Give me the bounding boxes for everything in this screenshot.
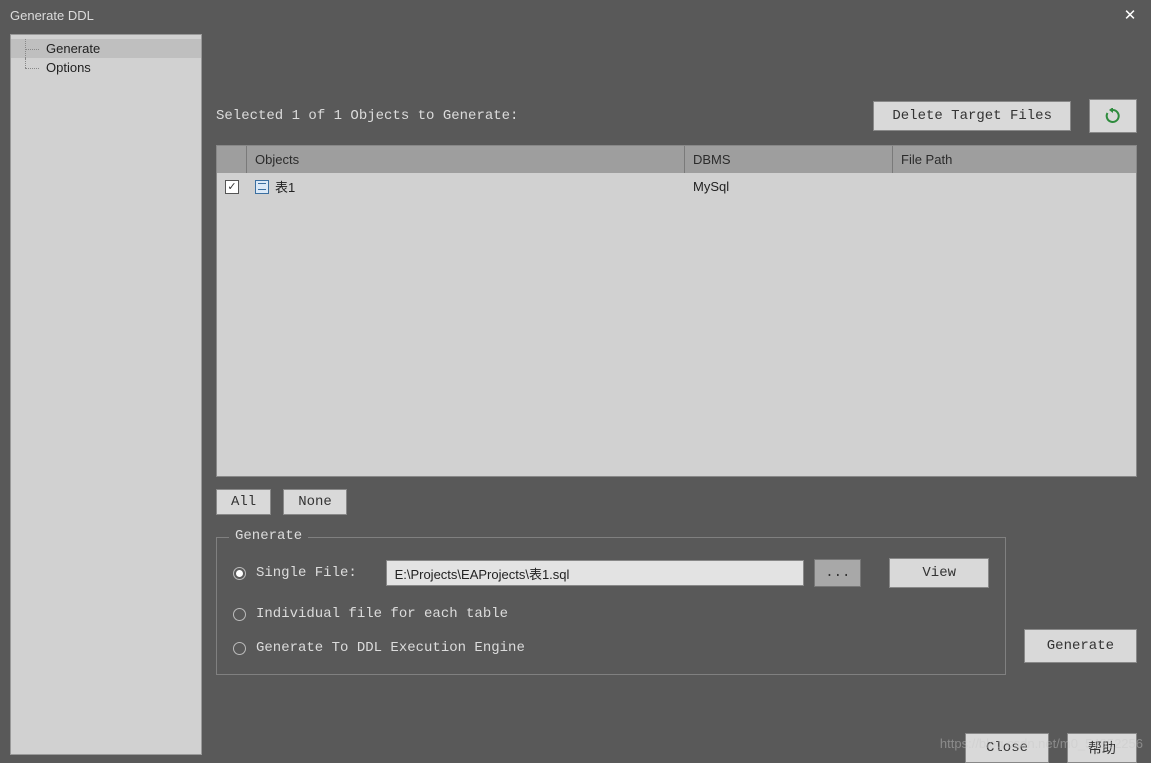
refresh-button[interactable] <box>1089 99 1137 133</box>
radio-label: Individual file for each table <box>256 606 508 622</box>
table-body: ✓ 表1 MySql <box>217 173 1136 476</box>
delete-target-files-button[interactable]: Delete Target Files <box>873 101 1071 131</box>
row-dbms: MySql <box>693 179 729 194</box>
generate-button[interactable]: Generate <box>1024 629 1137 663</box>
table-row[interactable]: ✓ 表1 MySql <box>217 173 1136 200</box>
main-panel: Selected 1 of 1 Objects to Generate: Del… <box>202 34 1151 755</box>
window-title: Generate DDL <box>10 8 94 23</box>
radio-icon <box>233 608 246 621</box>
watermark: https://blog.csdn.net/m0_54852256 <box>940 736 1143 751</box>
radio-single-file[interactable]: Single File: ... View <box>233 558 989 588</box>
radio-execution-engine[interactable]: Generate To DDL Execution Engine <box>233 640 989 656</box>
status-row: Selected 1 of 1 Objects to Generate: Del… <box>216 99 1137 133</box>
radio-icon <box>233 567 246 580</box>
selection-buttons: All None <box>216 489 1137 515</box>
row-object-name: 表1 <box>275 177 295 196</box>
select-none-button[interactable]: None <box>283 489 347 515</box>
selection-status: Selected 1 of 1 Objects to Generate: <box>216 108 518 124</box>
sidebar-item-label: Options <box>46 60 91 75</box>
radio-icon <box>233 642 246 655</box>
row-checkbox[interactable]: ✓ <box>225 180 239 194</box>
objects-table: Objects DBMS File Path ✓ 表1 MySql <box>216 145 1137 477</box>
sidebar-item-generate[interactable]: Generate <box>11 39 201 58</box>
refresh-icon <box>1105 108 1121 124</box>
view-button[interactable]: View <box>889 558 989 588</box>
generate-legend: Generate <box>229 528 308 544</box>
col-objects[interactable]: Objects <box>247 146 685 173</box>
browse-button[interactable]: ... <box>814 559 861 587</box>
col-dbms[interactable]: DBMS <box>685 146 893 173</box>
col-checkbox <box>217 146 247 173</box>
table-object-icon <box>255 180 269 194</box>
single-file-path-input[interactable] <box>386 560 805 586</box>
close-icon[interactable]: ✕ <box>1109 0 1151 30</box>
dialog-body: Generate Options Selected 1 of 1 Objects… <box>0 30 1151 755</box>
radio-individual-file[interactable]: Individual file for each table <box>233 606 989 622</box>
select-all-button[interactable]: All <box>216 489 271 515</box>
sidebar-item-options[interactable]: Options <box>11 58 201 77</box>
radio-label: Generate To DDL Execution Engine <box>256 640 525 656</box>
col-file-path[interactable]: File Path <box>893 146 1136 173</box>
generate-group: Generate Single File: ... View Individua… <box>216 537 1006 675</box>
sidebar: Generate Options <box>10 34 202 755</box>
table-header: Objects DBMS File Path <box>217 146 1136 173</box>
sidebar-item-label: Generate <box>46 41 100 56</box>
radio-label: Single File: <box>256 565 376 581</box>
titlebar: Generate DDL ✕ <box>0 0 1151 30</box>
